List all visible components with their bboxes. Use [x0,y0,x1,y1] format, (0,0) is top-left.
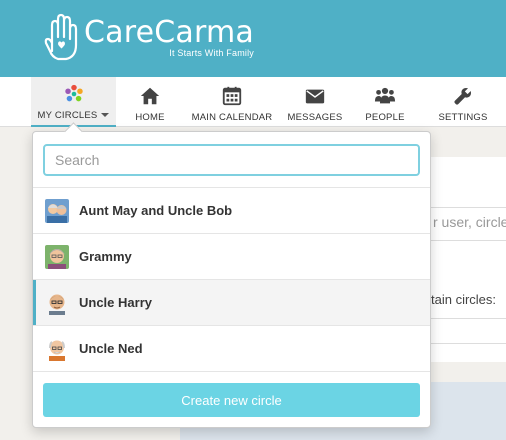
caret-down-icon [101,113,110,118]
calendar-icon [222,86,242,106]
circles-icon [64,84,83,102]
uncle-ned-avatar [45,336,69,361]
nav-messages-label: MESSAGES [287,112,343,123]
circle-item-label: Aunt May and Uncle Bob [79,203,233,218]
circle-item-grammy[interactable]: Grammy [33,234,430,279]
nav-home[interactable]: HOME [120,77,180,127]
divider [33,371,430,372]
wrench-icon [454,87,472,105]
envelope-icon [305,89,325,104]
nav-main-calendar-label: MAIN CALENDAR [191,112,273,123]
home-icon [140,87,160,105]
background-divider [431,240,506,241]
main-nav: MY CIRCLES HOME MAIN CALENDAR MESSAGES P… [0,77,506,127]
circle-search-input[interactable] [43,144,420,176]
people-icon [374,87,396,104]
brand-name: CareCarma [84,14,255,50]
circle-item-aunt-may-uncle-bob[interactable]: Aunt May and Uncle Bob [33,188,430,233]
background-divider [431,207,506,208]
circle-item-uncle-harry[interactable]: Uncle Harry [33,280,430,325]
circle-item-label: Uncle Harry [79,295,152,310]
app-header: CareCarma It Starts With Family [0,0,506,77]
nav-main-calendar[interactable]: MAIN CALENDAR [186,77,278,127]
my-circles-dropdown: Aunt May and Uncle Bob Grammy [32,131,431,428]
grandma-avatar [45,244,69,269]
background-text-2: tain circles: [431,292,497,307]
circle-item-label: Grammy [79,249,132,264]
nav-messages[interactable]: MESSAGES [284,77,346,127]
nav-my-circles[interactable]: MY CIRCLES [31,77,116,127]
nav-people-label: PEOPLE [365,112,405,123]
logo[interactable]: CareCarma It Starts With Family [44,11,254,63]
elderly-couple-avatar [45,198,69,223]
hand-heart-logo-icon [44,13,78,61]
create-new-circle-button[interactable]: Create new circle [43,383,420,417]
background-divider [431,318,506,319]
background-text-1: r user, circle [433,214,506,230]
circle-item-label: Uncle Ned [79,341,143,356]
circle-item-uncle-ned[interactable]: Uncle Ned [33,326,430,371]
background-divider [431,343,506,344]
nav-home-label: HOME [135,112,165,123]
uncle-harry-avatar [45,290,69,315]
nav-settings[interactable]: SETTINGS [434,77,492,127]
nav-settings-label: SETTINGS [438,112,488,123]
nav-people[interactable]: PEOPLE [356,77,414,127]
nav-my-circles-label: MY CIRCLES [37,110,98,121]
